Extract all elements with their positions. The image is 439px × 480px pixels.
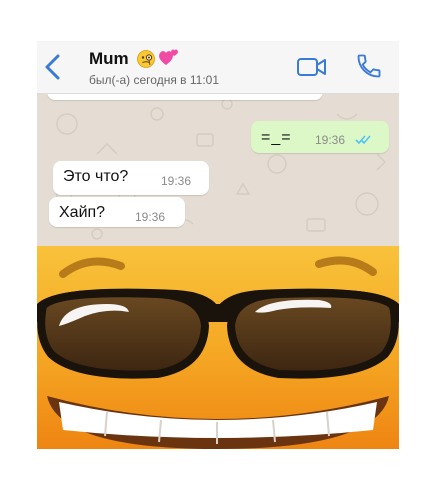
- message-time: 19:36: [135, 210, 166, 224]
- message-text: Это что?: [63, 168, 129, 185]
- message-text: =_=: [261, 129, 292, 146]
- message-time: 19:36: [315, 133, 346, 147]
- back-arrow-icon[interactable]: [41, 53, 65, 81]
- face-with-monocle-icon: [137, 50, 155, 68]
- video-call-icon[interactable]: [296, 56, 328, 78]
- message-text: Хайп?: [59, 204, 106, 221]
- phone-call-icon[interactable]: [355, 52, 383, 80]
- two-hearts-icon: [157, 47, 179, 67]
- previous-message-bubble: [47, 94, 323, 100]
- read-receipt-icon: [355, 133, 373, 145]
- incoming-message[interactable]: Это что? 19:36: [53, 161, 209, 195]
- last-seen-status: был(-а) сегодня в 11:01: [89, 73, 220, 87]
- contact-info[interactable]: Mum был(-а) сегодня в 11:01: [89, 47, 269, 87]
- chat-header: Mum был(-а) сегодня в 11:01: [37, 41, 399, 94]
- message-time: 19:36: [161, 174, 192, 188]
- incoming-message[interactable]: Хайп? 19:36: [49, 197, 185, 227]
- sunglasses-emoji-icon: [37, 246, 399, 449]
- contact-name: Mum: [89, 49, 129, 68]
- chat-screen: Mum был(-а) сегодня в 11:01 =_= 19:36 Эт…: [37, 41, 399, 449]
- outgoing-message[interactable]: =_= 19:36: [251, 121, 389, 153]
